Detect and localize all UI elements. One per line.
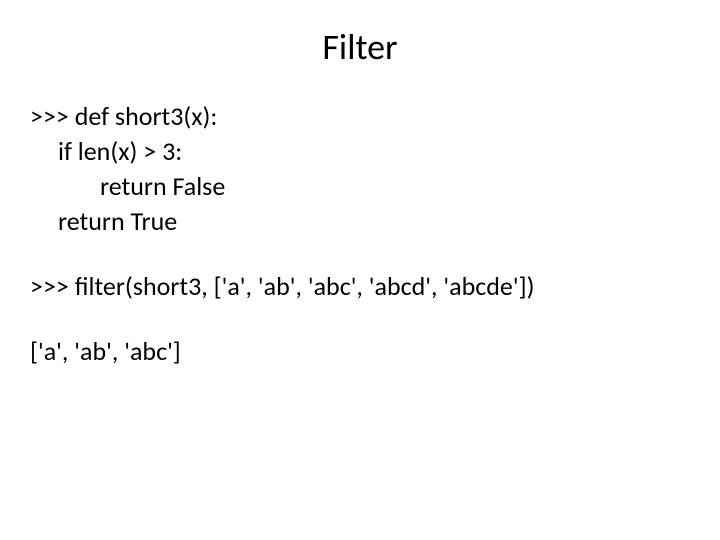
function-definition: >>> def short3(x): if len(x) > 3: return… [30,99,690,239]
filter-result: ['a', 'ab', 'abc'] [30,334,690,369]
code-line: if len(x) > 3: [30,134,690,169]
slide-title: Filter [30,25,690,69]
code-line: >>> filter(short3, ['a', 'ab', 'abc', 'a… [30,269,690,304]
filter-call: >>> filter(short3, ['a', 'ab', 'abc', 'a… [30,269,690,304]
code-line: return True [30,204,690,239]
code-line: return False [30,169,690,204]
code-line: ['a', 'ab', 'abc'] [30,334,690,369]
code-line: >>> def short3(x): [30,99,690,134]
